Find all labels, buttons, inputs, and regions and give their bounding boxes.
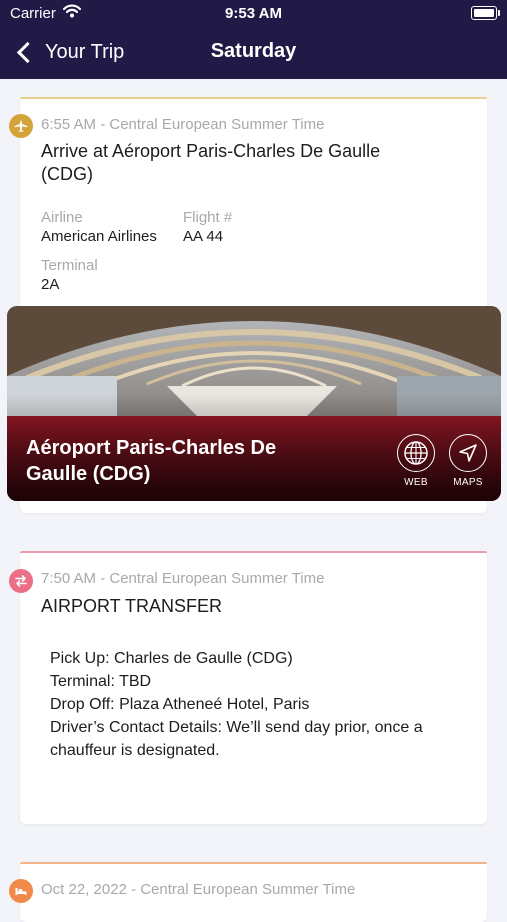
hotel-time: Oct 22, 2022 - Central European Summer T… <box>41 881 356 898</box>
transfer-detail-line: Pick Up: Charles de Gaulle (CDG) <box>50 650 293 667</box>
bed-icon <box>9 879 33 903</box>
globe-icon <box>397 434 435 472</box>
transfer-title: AIRPORT TRANSFER <box>41 596 223 616</box>
transfer-details: Pick Up: Charles de Gaulle (CDG) Termina… <box>50 647 423 762</box>
transfer-time: 7:50 AM - Central European Summer Time <box>41 570 325 587</box>
place-name-line: Aéroport Paris-Charles De <box>26 437 277 459</box>
place-name: Aéroport Paris-Charles De Gaulle (CDG) <box>26 435 276 487</box>
place-name-line: Gaulle (CDG) <box>26 463 151 485</box>
transfer-detail-line: chauffeur is designated. <box>50 742 220 759</box>
status-time: 9:53 AM <box>225 5 282 22</box>
battery-icon <box>471 6 500 20</box>
navigation-header: Carrier 9:53 AM Your Trip Saturday <box>0 0 507 79</box>
card-accent-line <box>20 551 487 553</box>
airline-value: American Airlines <box>41 228 157 245</box>
terminal-value: 2A <box>41 276 60 293</box>
airport-photo[interactable]: Aéroport Paris-Charles De Gaulle (CDG) W… <box>7 306 501 501</box>
navigation-arrow-icon <box>449 434 487 472</box>
maps-button[interactable]: MAPS <box>443 434 493 488</box>
flight-number-label: Flight # <box>183 209 233 226</box>
flight-title-line: (CDG) <box>41 164 93 184</box>
flight-number-value: AA 44 <box>183 228 224 245</box>
flight-time: 6:55 AM - Central European Summer Time <box>41 116 325 133</box>
flight-title: Arrive at Aéroport Paris-Charles De Gaul… <box>41 140 380 186</box>
card-accent-line <box>20 97 487 99</box>
plane-icon <box>9 114 33 138</box>
web-label: WEB <box>404 477 428 488</box>
transfer-detail-line: Drop Off: Plaza Atheneé Hotel, Paris <box>50 696 310 713</box>
page-title: Saturday <box>210 40 297 62</box>
transfer-icon <box>9 569 33 593</box>
airline-label: Airline <box>41 209 83 226</box>
flight-title-line: Arrive at Aéroport Paris-Charles De Gaul… <box>41 141 381 161</box>
transfer-detail-line: Terminal: TBD <box>50 673 152 690</box>
web-button[interactable]: WEB <box>391 434 441 488</box>
transfer-detail-line: Driver’s Contact Details: We’ll send day… <box>50 719 423 736</box>
terminal-label: Terminal <box>41 257 98 274</box>
maps-label: MAPS <box>453 477 483 488</box>
card-accent-line <box>20 862 487 864</box>
